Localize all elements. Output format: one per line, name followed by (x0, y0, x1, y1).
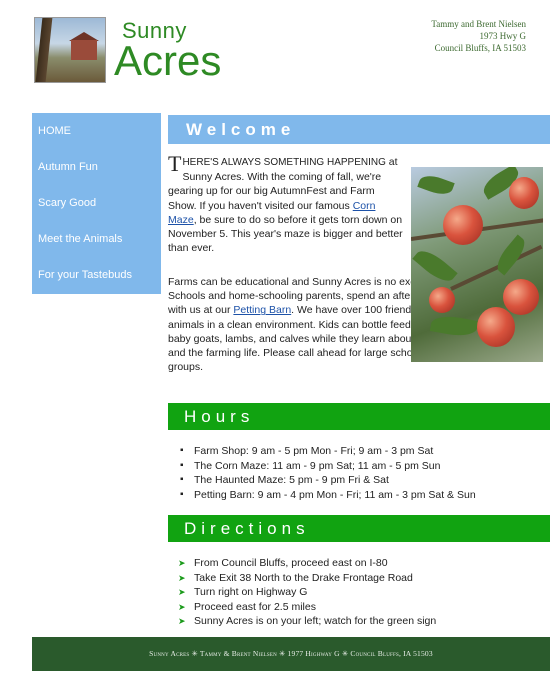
apple (443, 205, 483, 245)
nav-item-autumn-fun[interactable]: Autumn Fun (38, 161, 98, 173)
sidebar-nav: HOME Autumn Fun Scary Good Meet the Anim… (32, 113, 161, 294)
list-item: The Haunted Maze: 5 pm - 9 pm Fri & Sat (180, 473, 550, 488)
list-item: The Corn Maze: 11 am - 9 pm Sat; 11 am -… (180, 459, 550, 474)
address-line-city: Council Bluffs, IA 51503 (434, 43, 526, 53)
directions-list: From Council Bluffs, proceed east on I-8… (178, 556, 548, 629)
apple (477, 307, 515, 347)
leaf (417, 171, 455, 199)
address-block: Tammy and Brent Nielsen 1973 Hwy G Counc… (326, 18, 526, 54)
apple (429, 287, 455, 313)
list-item: Petting Barn: 9 am - 4 pm Mon - Fri; 11 … (180, 488, 550, 503)
intro-caps: HERE'S ALWAYS SOMETHING HAPPENING (182, 157, 386, 168)
list-item: Sunny Acres is on your left; watch for t… (178, 614, 548, 629)
footer: Sunny Acres ✳ Tammy & Brent Nielsen ✳ 19… (32, 637, 550, 671)
welcome-paragraph-1: T HERE'S ALWAYS SOMETHING HAPPENING at Su… (168, 151, 404, 263)
leaf (429, 313, 479, 339)
apple (509, 177, 539, 209)
address-line-names: Tammy and Brent Nielsen (431, 19, 526, 29)
list-item: From Council Bluffs, proceed east on I-8… (178, 556, 548, 571)
petting-barn-link[interactable]: Petting Barn (233, 304, 291, 316)
site-title-acres: Acres (114, 37, 222, 84)
nav-item-scary-good[interactable]: Scary Good (38, 197, 96, 209)
farm-photo (34, 17, 106, 83)
directions-heading: Directions (168, 515, 550, 542)
apples-photo (411, 167, 543, 362)
hours-list: Farm Shop: 9 am - 5 pm Mon - Fri; 9 am -… (180, 444, 550, 502)
nav-item-home[interactable]: HOME (38, 125, 71, 137)
drop-cap: T (168, 151, 182, 176)
address-line-street: 1973 Hwy G (479, 31, 527, 41)
list-item: Proceed east for 2.5 miles (178, 600, 548, 615)
tree-trunk (35, 18, 53, 82)
leaf (412, 244, 458, 288)
barn (71, 40, 97, 60)
apple (503, 279, 539, 315)
nav-item-meet-the-animals[interactable]: Meet the Animals (38, 233, 122, 245)
list-item: Turn right on Highway G (178, 585, 548, 600)
hours-heading: Hours (168, 403, 550, 430)
list-item: Take Exit 38 North to the Drake Frontage… (178, 571, 548, 586)
nav-item-tastebuds[interactable]: For your Tastebuds (38, 269, 132, 281)
list-item: Farm Shop: 9 am - 5 pm Mon - Fri; 9 am -… (180, 444, 550, 459)
page: Sunny Acres Tammy and Brent Nielsen 1973… (0, 0, 557, 684)
welcome-heading: Welcome (168, 115, 550, 144)
welcome-text-b: , be sure to do so before it gets torn d… (168, 213, 403, 255)
